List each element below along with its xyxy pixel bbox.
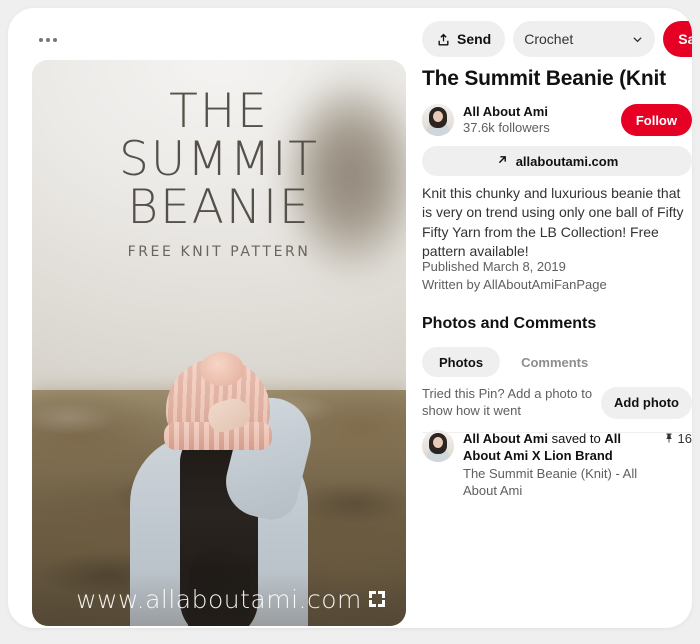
save-button[interactable]: Save — [663, 21, 692, 57]
photos-comments-tabs: Photos Comments — [422, 347, 605, 377]
pin-detail-card: THE SUMMIT BEANIE FREE KNIT PATTERN www.… — [8, 8, 692, 628]
share-upload-icon — [436, 32, 451, 47]
watermark-bar: www.allaboutami.com — [32, 572, 406, 626]
add-photo-button[interactable]: Add photo — [601, 387, 692, 419]
overflow-menu-button[interactable] — [30, 22, 66, 58]
pushpin-icon — [663, 431, 675, 448]
try-this-pin-text: Tried this Pin? Add a photo to show how … — [422, 386, 593, 420]
chevron-down-icon — [631, 33, 644, 46]
board-name: Crochet — [524, 31, 573, 47]
expand-icon[interactable] — [364, 586, 390, 612]
written-by: Written by AllAboutAmiFanPage — [422, 276, 688, 294]
watermark-text: www.allaboutami.com — [76, 585, 362, 614]
creator-followers: 37.6k followers — [463, 120, 612, 136]
try-this-pin-row: Tried this Pin? Add a photo to show how … — [422, 386, 692, 433]
overflow-dot-icon — [53, 38, 57, 42]
send-label: Send — [457, 31, 491, 47]
send-button[interactable]: Send — [422, 21, 505, 57]
background-rock — [276, 70, 406, 280]
pin-action-bar: Send Crochet Save — [422, 21, 692, 57]
activity-headline: All About Ami saved to All About Ami X L… — [463, 430, 654, 465]
source-site-link[interactable]: allaboutami.com — [422, 146, 692, 176]
source-site-label: allaboutami.com — [516, 154, 619, 169]
tab-photos[interactable]: Photos — [422, 347, 500, 377]
page-title: The Summit Beanie (Knit — [422, 66, 692, 91]
beanie-pompom — [200, 352, 244, 386]
tab-comments[interactable]: Comments — [504, 347, 605, 377]
activity-body: All About Ami saved to All About Ami X L… — [463, 430, 654, 499]
photos-comments-heading: Photos and Comments — [422, 315, 596, 333]
creator-name[interactable]: All About Ami — [463, 104, 612, 120]
avatar[interactable] — [422, 104, 454, 136]
published-date: Published March 8, 2019 — [422, 258, 688, 276]
board-select[interactable]: Crochet — [513, 21, 655, 57]
pin-description: Knit this chunky and luxurious beanie th… — [422, 184, 688, 261]
overflow-dot-icon — [39, 38, 43, 42]
creator-row: All About Ami 37.6k followers Follow — [422, 104, 692, 137]
pin-image[interactable]: THE SUMMIT BEANIE FREE KNIT PATTERN www.… — [32, 60, 406, 626]
pin-meta: Published March 8, 2019 Written by AllAb… — [422, 258, 688, 294]
activity-row: All About Ami saved to All About Ami X L… — [422, 430, 692, 499]
pin-details-column: Send Crochet Save The Summit Beanie (Kni… — [422, 8, 692, 628]
pin-photo — [32, 60, 406, 626]
activity-note: The Summit Beanie (Knit) - All About Ami — [463, 465, 654, 500]
external-link-icon — [496, 153, 509, 169]
creator-meta: All About Ami 37.6k followers — [463, 104, 612, 137]
overflow-dot-icon — [46, 38, 50, 42]
repin-count-value: 16 — [678, 431, 692, 446]
avatar[interactable] — [422, 430, 454, 462]
repin-count: 16 — [663, 430, 692, 499]
activity-saved-to-text: saved to — [548, 431, 604, 446]
follow-button[interactable]: Follow — [621, 104, 692, 136]
activity-user[interactable]: All About Ami — [463, 431, 548, 446]
